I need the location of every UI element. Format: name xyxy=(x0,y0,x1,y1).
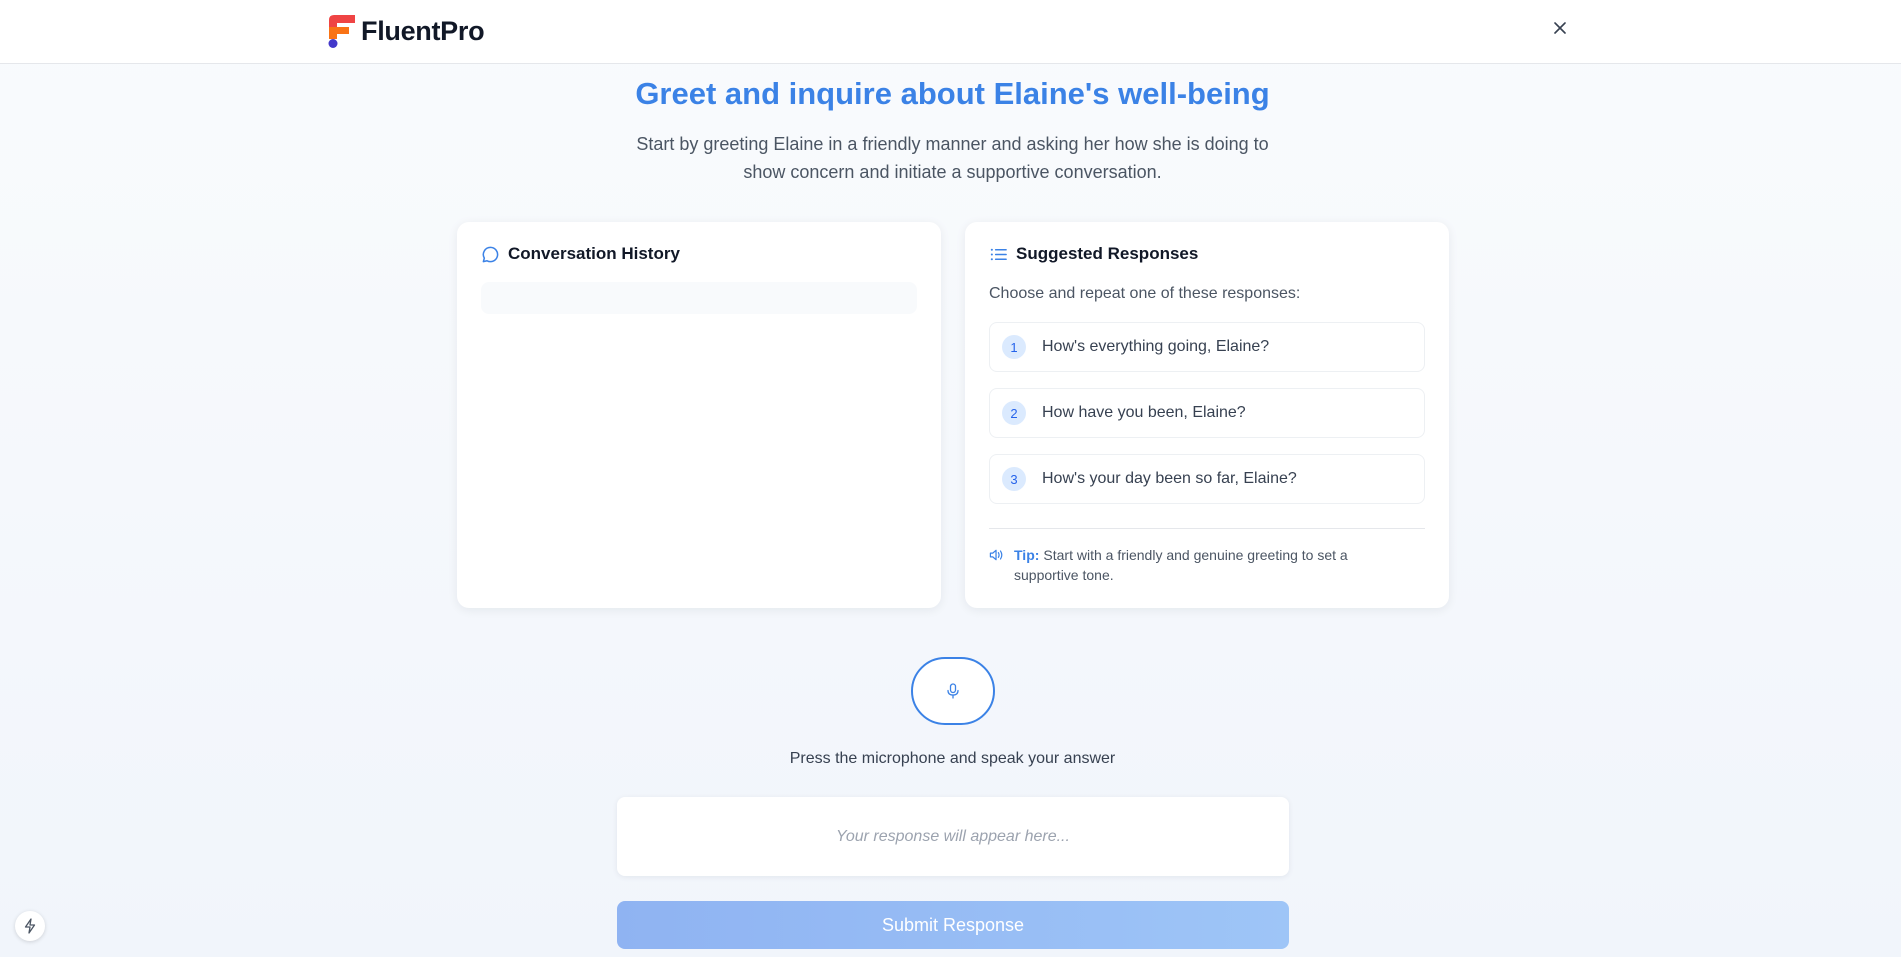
logo-mark-icon xyxy=(327,14,357,48)
conversation-history-card: Conversation History xyxy=(457,222,941,608)
submit-response-label: Submit Response xyxy=(881,914,1025,935)
response-number-badge: 3 xyxy=(1002,467,1026,491)
lightning-icon xyxy=(24,918,36,934)
task-title: Greet and inquire about Elaine's well-be… xyxy=(635,76,1270,111)
suggested-responses-title: Suggested Responses xyxy=(1016,244,1199,263)
brand-name: FluentPro xyxy=(361,15,485,46)
list-icon xyxy=(990,248,1007,260)
close-icon xyxy=(1554,22,1566,34)
response-number-badge: 2 xyxy=(1002,401,1026,425)
conversation-history-title: Conversation History xyxy=(508,244,680,263)
response-text: How's everything going, Elaine? xyxy=(1042,338,1270,355)
suggested-response-2[interactable]: 2 How have you been, Elaine? xyxy=(989,388,1425,438)
top-bar: FluentPro xyxy=(0,0,1901,64)
speaker-icon xyxy=(989,549,1003,561)
tip-content: Tip: Start with a friendly and genuine gr… xyxy=(1014,545,1409,585)
tip-text: Start with a friendly and genuine greeti… xyxy=(1014,547,1348,583)
response-text: How's your day been so far, Elaine? xyxy=(1042,470,1297,487)
chat-bubble-icon xyxy=(482,246,499,262)
microphone-button[interactable] xyxy=(911,657,995,725)
response-number-badge: 1 xyxy=(1002,335,1026,359)
tip-label: Tip: xyxy=(1014,547,1040,563)
suggested-responses-card: Suggested Responses Choose and repeat on… xyxy=(965,222,1449,608)
submit-response-button[interactable]: Submit Response xyxy=(617,901,1289,949)
response-display: Your response will appear here... xyxy=(617,797,1289,876)
conversation-history-header: Conversation History xyxy=(481,244,680,264)
tip: Tip: Start with a friendly and genuine gr… xyxy=(989,545,1409,585)
response-text: How have you been, Elaine? xyxy=(1042,404,1246,421)
suggested-responses-header: Suggested Responses xyxy=(989,244,1198,264)
microphone-icon xyxy=(947,683,959,699)
suggested-response-1[interactable]: 1 How's everything going, Elaine? xyxy=(989,322,1425,372)
history-empty-placeholder xyxy=(481,282,917,314)
suggested-response-3[interactable]: 3 How's your day been so far, Elaine? xyxy=(989,454,1425,504)
quick-action-button[interactable] xyxy=(15,911,45,941)
suggestions-instruction: Choose and repeat one of these responses… xyxy=(989,285,1301,302)
tip-divider xyxy=(989,528,1425,529)
microphone-instruction: Press the microphone and speak your answ… xyxy=(789,750,1116,767)
logo[interactable]: FluentPro xyxy=(327,14,485,48)
response-placeholder: Your response will appear here... xyxy=(836,827,1070,845)
close-button[interactable] xyxy=(1548,16,1572,40)
task-description: Start by greeting Elaine in a friendly m… xyxy=(636,134,1269,182)
